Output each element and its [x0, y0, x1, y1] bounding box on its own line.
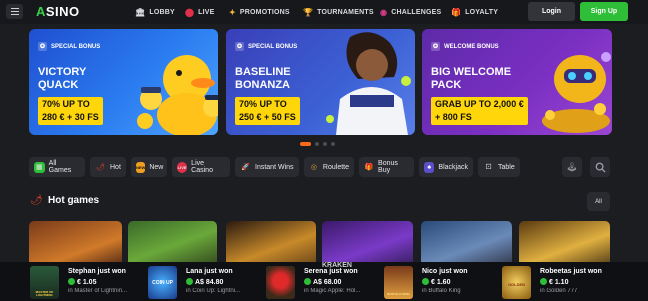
nav-tournaments[interactable]: 🏆 TOURNAMENTS [303, 0, 374, 24]
win-amount: A$ 84.80 [186, 278, 223, 286]
tennis-player-illustration [326, 32, 411, 135]
category-roulette[interactable]: ◎ Roulette [304, 157, 354, 177]
banner-pager [300, 142, 335, 146]
view-all-button[interactable]: All [587, 192, 610, 211]
category-live-casino[interactable]: LIVE Live Casino [172, 157, 230, 177]
treasure-robot-illustration [542, 52, 611, 133]
challenges-icon: ◉ [380, 7, 388, 17]
category-new[interactable]: NEW New [131, 157, 167, 177]
banner-tag: ✪ SPECIAL BONUS [235, 42, 298, 51]
bonus-icon: ✪ [431, 42, 440, 51]
chili-icon: 🌶 [30, 195, 43, 206]
win-item[interactable]: COIN UP Lana just won A$ 84.80 in Coin U… [148, 262, 258, 301]
banner-title: BASELINE BONANZA [235, 66, 291, 91]
chili-icon: 🌶 [96, 164, 105, 171]
bonus-icon: ✪ [235, 42, 244, 51]
pager-dot-active[interactable] [300, 142, 311, 146]
coin-icon [422, 278, 429, 285]
banner-big-welcome-pack[interactable]: ✪ WELCOME BONUS BIG WELCOME PACK GRAB UP T… [422, 29, 612, 135]
lobby-icon: 🏛 [135, 7, 146, 17]
category-blackjack[interactable]: ♠ Blackjack [419, 157, 473, 177]
win-item[interactable]: BUFFALO KING Nico just won € 1.60 in Buf… [384, 262, 494, 301]
win-amount: € 1.10 [540, 278, 568, 286]
nav-lobby[interactable]: 🏛 LOBBY [135, 0, 175, 24]
coin-icon [540, 278, 547, 285]
sign-up-button[interactable]: Sign Up [580, 2, 628, 21]
win-amount: € 1.05 [68, 278, 96, 286]
banner-title: BIG WELCOME PACK [431, 66, 512, 91]
banner-offer: 70% UP TO 250 € + 50 FS [235, 97, 300, 125]
win-item[interactable]: Serena just won A$ 68.00 in Magic Apple:… [266, 262, 376, 301]
bonus-icon: ✪ [38, 42, 47, 51]
win-amount: A$ 68.00 [304, 278, 341, 286]
coin-icon [304, 278, 311, 285]
bonus-buy-icon: 🎁 [364, 164, 374, 171]
rocket-icon: 🚀 [241, 164, 250, 171]
section-title: Hot games [48, 195, 100, 206]
gift-icon: 🎁 [451, 7, 462, 17]
banner-tag: ✪ WELCOME BONUS [431, 42, 499, 51]
kraken-overlay-text: KRAKEN [322, 262, 352, 269]
category-instant-wins[interactable]: 🚀 Instant Wins [235, 157, 299, 177]
search-icon[interactable] [590, 157, 610, 177]
win-item[interactable]: MASTER OF LIGHTNING Stephan just won € 1… [30, 262, 140, 301]
roulette-icon: ◎ [310, 164, 318, 171]
recent-wins-ticker: MASTER OF LIGHTNING Stephan just won € 1… [0, 262, 648, 301]
duck-illustration [137, 55, 218, 135]
nav-loyalty[interactable]: 🎁 LOYALTY [451, 0, 498, 24]
game-thumbnail: GOLDEN [502, 266, 531, 299]
game-thumbnail [266, 266, 295, 299]
win-amount: € 1.60 [422, 278, 450, 286]
banner-title: VICTORY QUACK [38, 66, 87, 91]
banner-offer: 70% UP TO 280 € + 30 FS [38, 97, 103, 125]
coin-icon [186, 278, 193, 285]
promotions-icon: ✦ [229, 7, 236, 17]
game-thumbnail: MASTER OF LIGHTNING [30, 266, 59, 299]
trophy-icon: 🏆 [303, 7, 314, 17]
banner-offer: GRAB UP TO 2,000 € + 800 FS [431, 97, 528, 125]
coin-icon [68, 278, 75, 285]
category-hot[interactable]: 🌶 Hot [90, 157, 126, 177]
nav-promotions[interactable]: ✦ PROMOTIONS [229, 0, 290, 24]
dice-icon: ⚀ [485, 164, 492, 171]
joystick-icon[interactable]: 🕹 [562, 157, 582, 177]
category-bonus-buy[interactable]: 🎁 Bonus Buy [359, 157, 414, 177]
cards-icon: ♠ [424, 161, 435, 173]
pager-dot[interactable] [331, 142, 335, 146]
new-badge-icon: NEW [136, 161, 146, 173]
game-thumbnail: COIN UP [148, 266, 177, 299]
login-button[interactable]: Login [528, 2, 575, 21]
top-bar: ASINO 🏛 LOBBY ⬤ LIVE ✦ PROMOTIONS 🏆 TOURNAME… [0, 0, 648, 24]
banner-baseline-bonanza[interactable]: ✪ SPECIAL BONUS BASELINE BONANZA 70% UP TO… [226, 29, 415, 135]
casino-logo[interactable]: ASINO [36, 4, 80, 19]
live-icon: ⬤ [185, 7, 195, 17]
banner-victory-quack[interactable]: ✪ SPECIAL BONUS VICTORY QUACK 70% UP TO 280… [29, 29, 218, 135]
grid-icon: ▦ [34, 161, 45, 173]
banner-tag: ✪ SPECIAL BONUS [38, 42, 101, 51]
nav-live[interactable]: ⬤ LIVE [185, 0, 215, 24]
win-item[interactable]: GOLDEN Robeetas just won € 1.10 in Golde… [502, 262, 612, 301]
nav-challenges[interactable]: ◉ CHALLENGES [380, 0, 441, 24]
live-badge-icon: LIVE [177, 161, 188, 173]
casino-lobby-page: ASINO 🏛 LOBBY ⬤ LIVE ✦ PROMOTIONS 🏆 TOURNAME… [0, 0, 648, 301]
category-table[interactable]: ⚀ Table [478, 157, 520, 177]
pager-dot[interactable] [323, 142, 327, 146]
pager-dot[interactable] [315, 142, 319, 146]
game-thumbnail: BUFFALO KING [384, 266, 413, 299]
category-all-games[interactable]: ▦ All Games [29, 157, 85, 177]
hamburger-menu-icon[interactable] [6, 4, 23, 19]
